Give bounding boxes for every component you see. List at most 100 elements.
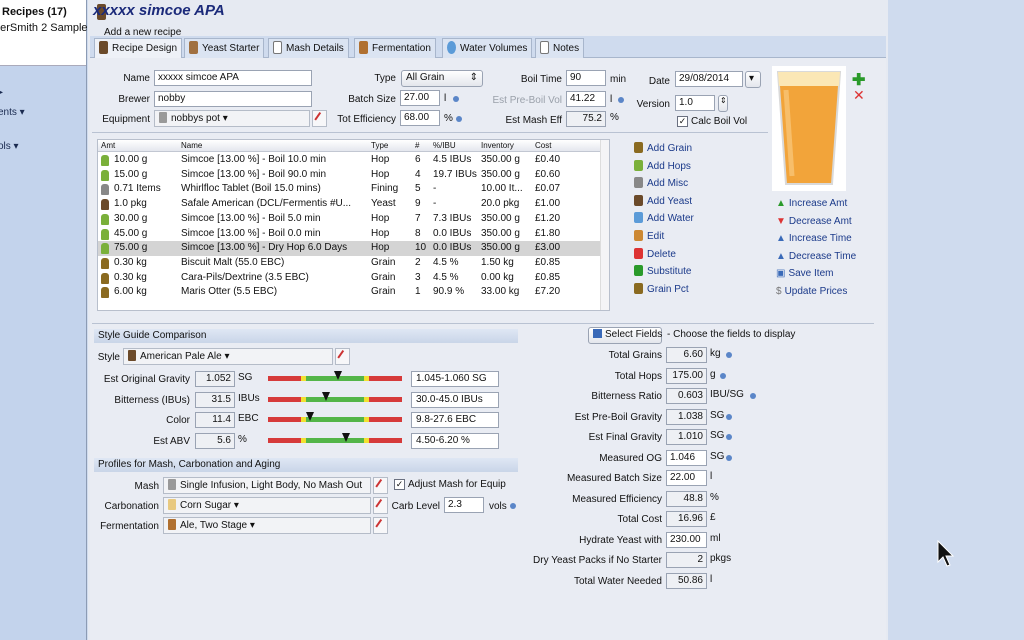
stat-field[interactable]: 1.046	[666, 449, 707, 466]
col-amt[interactable]: Amt	[101, 141, 115, 150]
version-field[interactable]: 1.0	[675, 95, 715, 111]
mash-profile-select[interactable]: Single Infusion, Light Body, No Mash Out	[163, 477, 371, 494]
table-row[interactable]: 75.00 g Simcoe [13.00 %] - Dry Hop 6.0 Da…	[98, 241, 609, 256]
recipes-folder-label[interactable]: Recipes (17)	[2, 6, 67, 18]
nav-item-tools[interactable]: ols ▾	[0, 141, 19, 152]
style-wand-button[interactable]	[335, 348, 350, 365]
boil-time-field[interactable]: 90	[566, 70, 606, 86]
col-ibu[interactable]: %/IBU	[433, 141, 456, 150]
add-hops-button[interactable]: Add Hops	[634, 159, 691, 172]
tab-notes[interactable]: Notes	[535, 38, 585, 58]
grain-pct-button[interactable]: Grain Pct	[634, 282, 689, 295]
cell-num: 3	[415, 271, 421, 283]
table-row[interactable]: 45.00 g Simcoe [13.00 %] - Boil 0.0 min Ho…	[98, 227, 609, 242]
efficiency-field[interactable]: 68.00	[400, 110, 440, 126]
brewer-field[interactable]: nobby	[154, 91, 312, 107]
update-prices-button[interactable]: $ Update Prices	[776, 286, 847, 297]
remove-icon[interactable]: ✕	[853, 87, 865, 104]
stat-label: Hydrate Yeast with	[579, 534, 662, 546]
preboil-vol-field[interactable]: 41.22	[566, 91, 606, 107]
increase-amt-button[interactable]: ▲ Increase Amt	[776, 198, 847, 209]
table-row[interactable]: 0.30 kg Biscuit Malt (55.0 EBC) Grain 2 4.5 …	[98, 256, 609, 271]
decrease-time-button[interactable]: ▲ Decrease Time	[776, 251, 856, 262]
table-row[interactable]: 0.71 Items Whirlfloc Tablet (Boil 15.0 mi…	[98, 182, 609, 197]
col-name[interactable]: Name	[181, 141, 202, 150]
tab-yeast-starter[interactable]: Yeast Starter	[184, 38, 265, 58]
cell-ibu: 4.5 %	[433, 256, 459, 268]
nav-item-1[interactable]: ▸	[0, 87, 3, 98]
cell-type: Grain	[371, 271, 396, 283]
table-row[interactable]: 6.00 kg Maris Otter (5.5 EBC) Grain 1 90.9 %…	[98, 285, 609, 300]
tab-water-volumes[interactable]: Water Volumes	[442, 38, 533, 58]
stat-field[interactable]: 230.00	[666, 531, 707, 548]
name-field[interactable]: xxxxx simcoe APA	[154, 70, 312, 86]
carbonation-select[interactable]: Corn Sugar ▾	[163, 497, 371, 514]
carb-level-field[interactable]: 2.3	[444, 497, 484, 513]
date-picker-button[interactable]: ▾	[745, 71, 761, 88]
save-item-button[interactable]: ▣ Save Item	[776, 268, 833, 279]
info-dot-icon	[720, 372, 726, 379]
col-type[interactable]: Type	[371, 141, 388, 150]
increase-time-button[interactable]: ▲ Increase Time	[776, 233, 852, 244]
tab-recipe-design[interactable]: Recipe Design	[94, 38, 183, 58]
cell-num: 7	[415, 212, 421, 224]
fermentation-select[interactable]: Ale, Two Stage ▾	[163, 517, 371, 534]
fermentation-wand-button[interactable]	[373, 517, 388, 534]
carbonation-wand-button[interactable]	[373, 497, 388, 514]
stat-field[interactable]: 22.00	[666, 470, 707, 486]
stat-label: Measured OG	[599, 452, 662, 464]
cell-ibu: 19.7 IBUs	[433, 168, 477, 180]
notes-icon	[540, 41, 549, 54]
select-fields-button[interactable]: Select Fields	[588, 327, 662, 344]
equipment-select[interactable]: nobbys pot ▾	[154, 110, 310, 127]
table-row[interactable]: 30.00 g Simcoe [13.00 %] - Boil 5.0 min Ho…	[98, 212, 609, 227]
info-dot-icon	[726, 454, 732, 461]
add-recipe-link[interactable]: Add a new recipe	[104, 27, 181, 38]
version-stepper[interactable]: ⇕	[718, 95, 728, 112]
table-row[interactable]: 10.00 g Simcoe [13.00 %] - Boil 10.0 min H…	[98, 153, 609, 168]
tab-label: Water Volumes	[460, 43, 528, 54]
cell-type: Hop	[371, 212, 390, 224]
cell-amt: 1.0 pkg	[114, 198, 147, 210]
date-field[interactable]: 29/08/2014	[675, 71, 743, 87]
type-value: All Grain	[406, 72, 445, 83]
edit-icon	[634, 230, 643, 241]
sample-folder-label[interactable]: eerSmith 2 Sample	[0, 22, 88, 34]
style-row-label: Color	[166, 415, 190, 426]
col-inventory[interactable]: Inventory	[481, 141, 514, 150]
mash-wand-button[interactable]	[373, 477, 388, 494]
delete-button[interactable]: Delete	[634, 247, 676, 260]
style-select[interactable]: American Pale Ale ▾	[123, 348, 333, 365]
substitute-button[interactable]: Substitute	[634, 265, 691, 277]
add-grain-button[interactable]: Add Grain	[634, 142, 692, 154]
name-label: Name	[123, 73, 150, 84]
add-yeast-button[interactable]: Add Yeast	[634, 194, 692, 207]
add-water-button[interactable]: Add Water	[634, 212, 694, 224]
table-row[interactable]: 0.30 kg Cara-Pils/Dextrine (3.5 EBC) Grain…	[98, 271, 609, 286]
cell-type: Hop	[371, 154, 390, 165]
cell-num: 4	[415, 168, 421, 180]
info-dot-icon	[726, 413, 732, 420]
cell-num: 8	[415, 227, 421, 239]
stat-unit: SG	[710, 450, 725, 462]
nav-item-ingredients[interactable]: ents ▾	[0, 107, 25, 118]
tab-mash-details[interactable]: Mash Details	[268, 38, 349, 58]
stat-unit: kg	[710, 348, 721, 359]
decrease-amt-button[interactable]: ▼ Decrease Amt	[776, 216, 852, 227]
cell-inv: 350.00 g	[481, 154, 520, 165]
batch-size-field[interactable]: 27.00	[400, 90, 440, 106]
cell-ibu: 4.5 IBUs	[433, 154, 472, 165]
add-misc-button[interactable]: Add Misc	[634, 177, 688, 189]
col-cost[interactable]: Cost	[535, 141, 551, 150]
tab-fermentation[interactable]: Fermentation	[354, 38, 436, 58]
type-select[interactable]: All Grain ⇕	[401, 70, 483, 87]
table-row[interactable]: 15.00 g Simcoe [13.00 %] - Boil 90.0 min H…	[98, 168, 609, 183]
table-scrollbar[interactable]	[600, 140, 609, 310]
table-row[interactable]: 1.0 pkg Safale American (DCL/Fermentis #U…	[98, 197, 609, 212]
calc-boil-checkbox[interactable]: ✓	[677, 116, 688, 127]
edit-button[interactable]: Edit	[634, 230, 664, 242]
col-num[interactable]: #	[415, 141, 419, 150]
cell-ibu: 90.9 %	[433, 286, 465, 298]
adjust-mash-checkbox[interactable]: ✓	[394, 479, 405, 490]
ingredient-table[interactable]: Amt Name Type # %/IBU Inventory Cost 10.…	[97, 139, 610, 311]
